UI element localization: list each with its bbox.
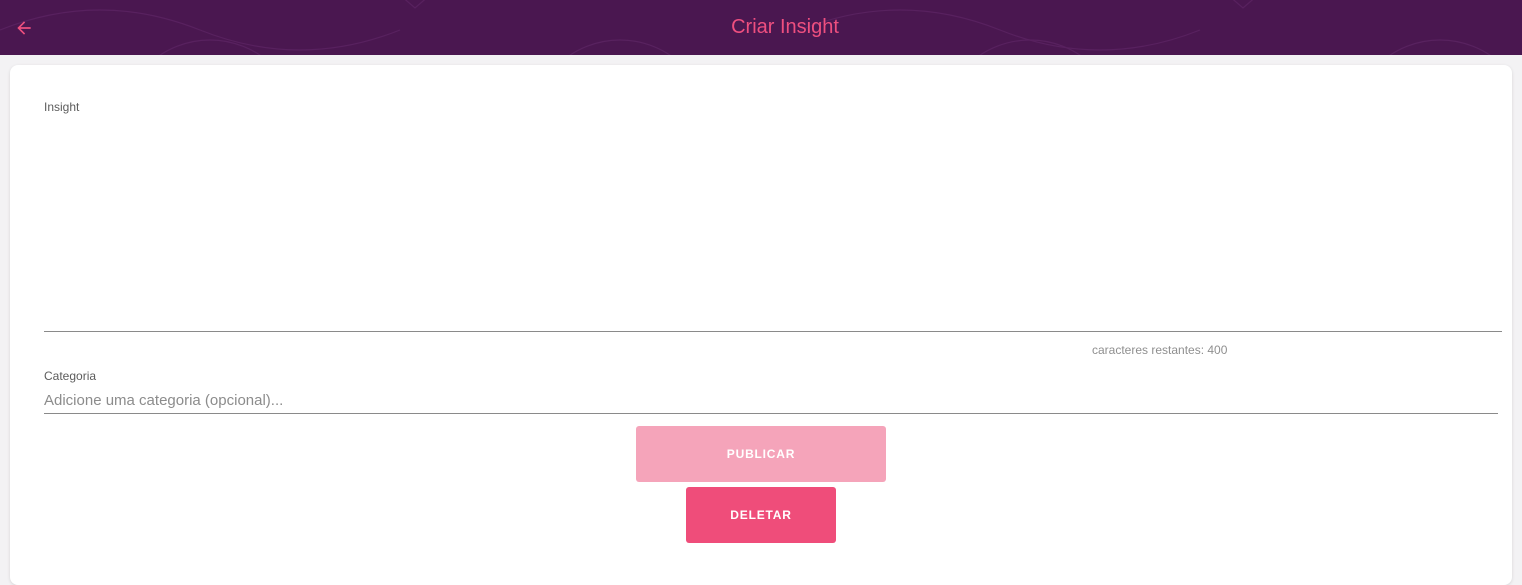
publish-button[interactable]: PUBLICAR bbox=[636, 426, 886, 482]
app-header: Criar Insight bbox=[0, 0, 1522, 55]
insight-label: Insight bbox=[44, 100, 80, 114]
insight-form-card: Insight caracteres restantes: 400 Catego… bbox=[10, 65, 1512, 585]
page-title: Criar Insight bbox=[731, 16, 839, 38]
insight-textarea[interactable] bbox=[44, 117, 1502, 332]
delete-button[interactable]: DELETAR bbox=[686, 487, 836, 543]
characters-remaining: caracteres restantes: 400 bbox=[1092, 343, 1228, 357]
categoria-input[interactable] bbox=[44, 387, 1498, 414]
categoria-label: Categoria bbox=[44, 369, 97, 383]
